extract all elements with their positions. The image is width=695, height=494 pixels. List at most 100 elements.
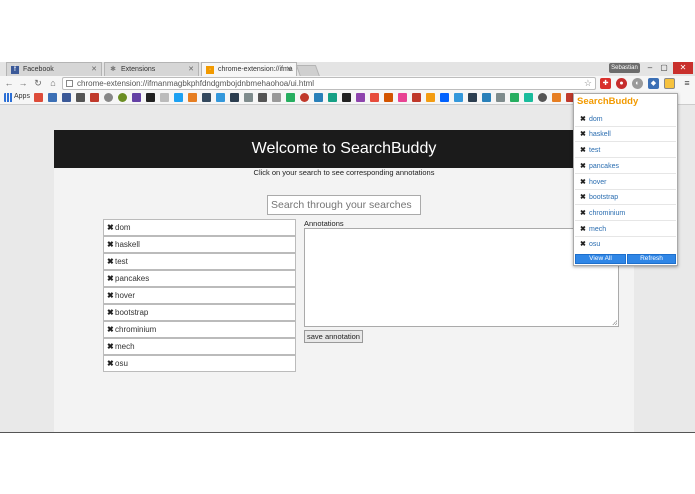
apps-grid-icon[interactable] <box>4 93 13 102</box>
remove-icon[interactable]: ✖ <box>107 288 114 304</box>
popup-item-dom[interactable]: ✖ dom <box>575 112 676 127</box>
bookmark-icon[interactable] <box>76 93 85 102</box>
minimize-button[interactable]: – <box>643 62 657 74</box>
popup-item-bootstrap[interactable]: ✖ bootstrap <box>575 190 676 205</box>
tab-searchbuddy[interactable]: · chrome-extension://ifma ✕ <box>201 62 297 76</box>
bookmark-icon[interactable] <box>328 93 337 102</box>
popup-item-pancakes[interactable]: ✖ pancakes <box>575 159 676 174</box>
remove-icon[interactable]: ✖ <box>580 175 586 190</box>
bookmark-icon[interactable] <box>496 93 505 102</box>
remove-icon[interactable]: ✖ <box>107 356 114 372</box>
bookmark-icon[interactable] <box>174 93 183 102</box>
bookmark-icon[interactable] <box>454 93 463 102</box>
bookmark-icon[interactable] <box>398 93 407 102</box>
bookmark-icon[interactable] <box>62 93 71 102</box>
close-icon[interactable]: ✕ <box>286 63 292 76</box>
view-all-button[interactable]: View All <box>575 254 626 264</box>
remove-icon[interactable]: ✖ <box>107 305 114 321</box>
bookmark-icon[interactable] <box>468 93 477 102</box>
search-item-dom[interactable]: ✖ dom <box>103 219 296 236</box>
bookmark-icon[interactable] <box>482 93 491 102</box>
maximize-button[interactable]: ▢ <box>657 62 671 74</box>
popup-item-hover[interactable]: ✖ hover <box>575 175 676 190</box>
popup-item-haskell[interactable]: ✖ haskell <box>575 127 676 142</box>
bookmark-icon[interactable] <box>314 93 323 102</box>
bookmark-icon[interactable] <box>300 93 309 102</box>
save-annotation-button[interactable]: save annotation <box>304 330 363 343</box>
search-item-chrominium[interactable]: ✖ chrominium <box>103 321 296 338</box>
popup-item-label[interactable]: pancakes <box>589 159 619 174</box>
bookmark-icon[interactable] <box>160 93 169 102</box>
resize-grip-icon[interactable] <box>612 320 617 325</box>
popup-item-label[interactable]: test <box>589 143 600 158</box>
remove-icon[interactable]: ✖ <box>580 206 586 221</box>
popup-item-mech[interactable]: ✖ mech <box>575 222 676 237</box>
remove-icon[interactable]: ✖ <box>107 271 114 287</box>
popup-item-osu[interactable]: ✖ osu <box>575 237 676 252</box>
remove-icon[interactable]: ✖ <box>580 127 586 142</box>
bookmark-icon[interactable] <box>538 93 547 102</box>
remove-icon[interactable]: ✖ <box>107 237 114 253</box>
popup-item-label[interactable]: chrominium <box>589 206 625 221</box>
annotations-textarea[interactable] <box>304 228 619 327</box>
extension-red-icon[interactable]: ✚ <box>600 78 611 89</box>
bookmark-icon[interactable] <box>118 93 127 102</box>
search-item-osu[interactable]: ✖ osu <box>103 355 296 372</box>
bookmark-icon[interactable] <box>146 93 155 102</box>
popup-item-label[interactable]: osu <box>589 237 600 252</box>
bookmark-icon[interactable] <box>216 93 225 102</box>
remove-icon[interactable]: ✖ <box>580 112 586 127</box>
bookmark-icon[interactable] <box>202 93 211 102</box>
tab-facebook[interactable]: f Facebook ✕ <box>6 62 102 76</box>
remove-icon[interactable]: ✖ <box>107 339 114 355</box>
search-item-hover[interactable]: ✖ hover <box>103 287 296 304</box>
bookmark-icon[interactable] <box>412 93 421 102</box>
bookmark-icon[interactable] <box>286 93 295 102</box>
extension-gray-icon[interactable]: ◐ <box>632 78 643 89</box>
tab-extensions[interactable]: ✱ Extensions ✕ <box>104 62 199 76</box>
popup-item-label[interactable]: mech <box>589 222 606 237</box>
refresh-button[interactable]: Refresh <box>627 254 676 264</box>
bookmark-icon[interactable] <box>132 93 141 102</box>
adblock-icon[interactable]: ● <box>616 78 627 89</box>
remove-icon[interactable]: ✖ <box>107 220 114 236</box>
bookmark-icon[interactable] <box>552 93 561 102</box>
popup-item-label[interactable]: hover <box>589 175 607 190</box>
bookmark-icon[interactable] <box>440 93 449 102</box>
bookmark-icon[interactable] <box>48 93 57 102</box>
remove-icon[interactable]: ✖ <box>580 159 586 174</box>
forward-icon[interactable]: → <box>17 77 29 89</box>
home-icon[interactable]: ⌂ <box>47 77 59 89</box>
popup-item-label[interactable]: haskell <box>589 127 611 142</box>
reload-icon[interactable]: ↻ <box>32 77 44 89</box>
bookmark-icon[interactable] <box>34 93 43 102</box>
bookmark-icon[interactable] <box>104 93 113 102</box>
popup-item-label[interactable]: dom <box>589 112 603 127</box>
remove-icon[interactable]: ✖ <box>107 254 114 270</box>
bookmark-icon[interactable] <box>384 93 393 102</box>
bookmark-icon[interactable] <box>356 93 365 102</box>
search-item-bootstrap[interactable]: ✖ bootstrap <box>103 304 296 321</box>
close-window-button[interactable]: ✕ <box>673 62 693 74</box>
close-icon[interactable]: ✕ <box>188 63 194 76</box>
bookmark-icon[interactable] <box>230 93 239 102</box>
bookmark-icon[interactable] <box>524 93 533 102</box>
profile-badge[interactable]: Sebastian <box>609 63 640 73</box>
search-item-test[interactable]: ✖ test <box>103 253 296 270</box>
searchbuddy-extension-icon[interactable] <box>664 78 675 89</box>
popup-item-chrominium[interactable]: ✖ chrominium <box>575 206 676 221</box>
apps-label[interactable]: Apps <box>14 92 30 102</box>
extension-blue-icon[interactable]: ◆ <box>648 78 659 89</box>
search-input[interactable] <box>267 195 421 215</box>
back-icon[interactable]: ← <box>3 77 15 89</box>
popup-item-test[interactable]: ✖ test <box>575 143 676 158</box>
remove-icon[interactable]: ✖ <box>580 237 586 252</box>
bookmark-icon[interactable] <box>342 93 351 102</box>
star-icon[interactable]: ☆ <box>584 78 592 89</box>
remove-icon[interactable]: ✖ <box>580 190 586 205</box>
bookmark-icon[interactable] <box>370 93 379 102</box>
search-item-haskell[interactable]: ✖ haskell <box>103 236 296 253</box>
bookmark-icon[interactable] <box>510 93 519 102</box>
bookmark-icon[interactable] <box>426 93 435 102</box>
bookmark-icon[interactable] <box>258 93 267 102</box>
